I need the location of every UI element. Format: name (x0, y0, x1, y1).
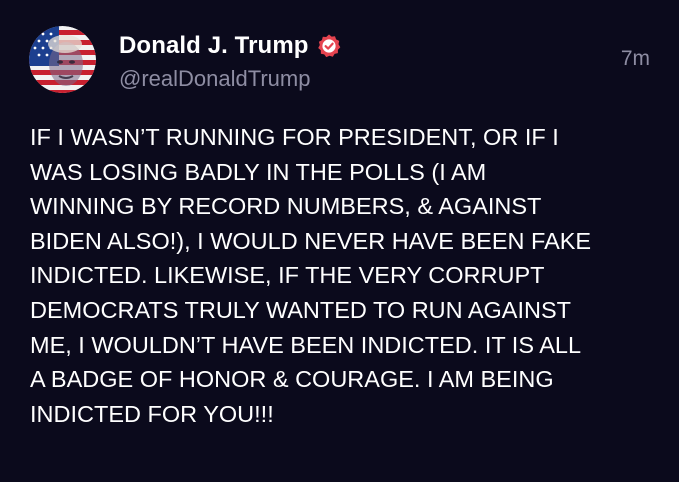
post-body-line: DEMOCRATS TRULY WANTED TO RUN AGAINST (30, 296, 572, 323)
post-body-line: BIDEN ALSO!), I WOULD NEVER HAVE BEEN FA… (30, 227, 592, 254)
post-body-line: IF I WASN’T RUNNING FOR PRESIDENT, OR IF… (30, 124, 559, 150)
post-body: IF I WASN’T RUNNING FOR PRESIDENT, OR IF… (30, 120, 660, 431)
author-row: Donald J. Trump (119, 30, 342, 62)
author-handle[interactable]: @realDonaldTrump (119, 66, 310, 92)
post-body-line: INDICTED FOR YOU!!! (30, 400, 274, 427)
post-body-line: WAS LOSING BADLY IN THE POLLS (I AM (30, 158, 487, 185)
post-body-line: INDICTED. LIKEWISE, IF THE VERY CORRUPT (30, 262, 545, 289)
post-body-line: A BADGE OF HONOR & COURAGE. I AM BEING (30, 366, 554, 393)
post-timestamp[interactable]: 7m (621, 47, 650, 71)
post-card: Donald J. Trump @realDonaldTrump 7m IF I… (0, 0, 679, 482)
avatar[interactable] (29, 26, 96, 93)
author-display-name[interactable]: Donald J. Trump (119, 32, 309, 60)
post-body-line: WINNING BY RECORD NUMBERS, & AGAINST (30, 193, 542, 220)
verified-badge-icon (316, 33, 342, 59)
post-body-line: ME, I WOULDN’T HAVE BEEN INDICTED. IT IS… (30, 331, 582, 358)
flag-portrait-avatar-icon (29, 26, 96, 93)
